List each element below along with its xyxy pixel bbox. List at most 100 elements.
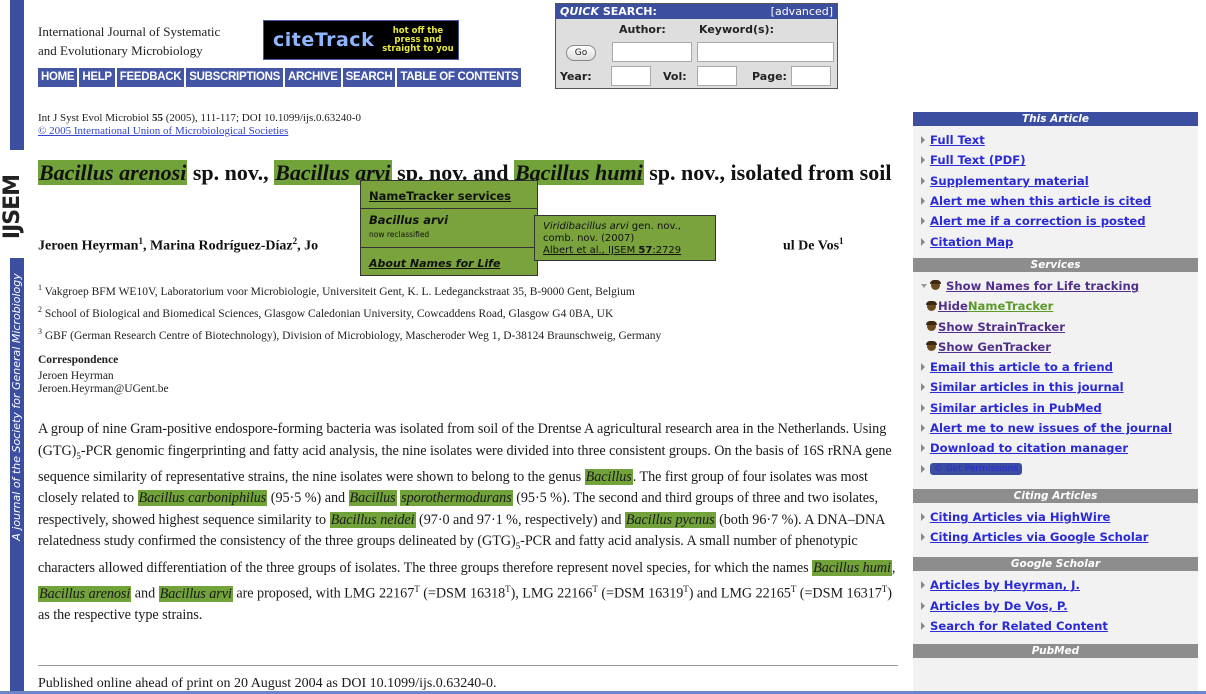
author-input[interactable] bbox=[612, 42, 692, 62]
species-bacillus-arvi-abstract[interactable]: Bacillus arvi bbox=[158, 585, 233, 602]
triangle-bullet-icon bbox=[921, 424, 925, 432]
species-bacillus-carboniphilus[interactable]: Bacillus carboniphilus bbox=[137, 490, 268, 507]
google-scholar-list: Articles by Heyrman, J. Articles by De V… bbox=[913, 571, 1198, 642]
sidebar-item-alert-issues: Alert me to new issues of the journal bbox=[921, 418, 1198, 438]
ref-volume: 57 bbox=[638, 245, 653, 256]
sidebar-item-full-text: Full Text bbox=[921, 130, 1198, 150]
citing-highwire-link[interactable]: Citing Articles via HighWire bbox=[930, 510, 1110, 524]
get-permissions-button[interactable]: © Get Permissions bbox=[930, 462, 1022, 475]
nametracker-name-section: Bacillus arvi now reclassified bbox=[361, 209, 537, 248]
published-online-note: Published online ahead of print on 20 Au… bbox=[38, 676, 497, 691]
journal-title-line-2: and Evolutionary Microbiology bbox=[38, 43, 203, 58]
nav-home[interactable]: HOME bbox=[38, 68, 78, 87]
species-bacillus-sporothermodurans-2[interactable]: sporothermodurans bbox=[400, 490, 513, 507]
triangle-bullet-icon bbox=[921, 363, 925, 372]
journal-tagline: A journal of the Society for General Mic… bbox=[10, 273, 23, 541]
sidebar-item-citing-highwire: Citing Articles via HighWire bbox=[921, 507, 1198, 527]
citetrack-banner[interactable]: citeTrack hot off the press and straight… bbox=[263, 20, 459, 60]
vol-input[interactable] bbox=[697, 66, 737, 86]
year-input[interactable] bbox=[611, 66, 651, 86]
services-heading: Services bbox=[913, 257, 1198, 272]
sidebar-item-articles-heyrman: Articles by Heyrman, J. bbox=[921, 575, 1198, 595]
citation-map-link[interactable]: Citation Map bbox=[930, 235, 1013, 249]
page-input[interactable] bbox=[791, 66, 831, 86]
advanced-search-link[interactable]: [advanced] bbox=[771, 4, 833, 19]
show-straintracker-link[interactable]: Show StrainTracker bbox=[938, 320, 1065, 334]
alert-cited-link[interactable]: Alert me when this article is cited bbox=[930, 194, 1151, 208]
nametracker-species-name: Bacillus arvi bbox=[369, 213, 449, 227]
nav-search[interactable]: SEARCH bbox=[342, 68, 396, 87]
nav-archive[interactable]: ARCHIVE bbox=[284, 68, 341, 87]
author-affil-sup: 1 bbox=[839, 236, 844, 246]
species-bacillus-humi-abstract[interactable]: Bacillus humi bbox=[812, 559, 892, 576]
nav-table-of-contents[interactable]: TABLE OF CONTENTS bbox=[397, 68, 522, 87]
new-species-name: Viridibacillus arvi bbox=[543, 221, 629, 232]
abstract-text: ), LMG 22166 bbox=[510, 585, 593, 602]
nav-feedback[interactable]: FEEDBACK bbox=[116, 68, 185, 87]
nav-subscriptions[interactable]: SUBSCRIPTIONS bbox=[186, 68, 283, 87]
acorn-icon bbox=[926, 341, 937, 352]
services-list: Show Names for Life tracking Hide NameTr… bbox=[913, 272, 1198, 485]
abstract-text: and bbox=[131, 585, 159, 602]
names-for-life-toggle-link[interactable]: Show Names for Life tracking bbox=[946, 279, 1139, 293]
sidebar-item-hide-nametracker: Hide NameTracker bbox=[921, 296, 1198, 316]
citation-text: Int J Syst Evol Microbiol 55 (2005), 111… bbox=[38, 112, 361, 125]
species-bacillus-arenosi-abstract[interactable]: Bacillus arenosi bbox=[38, 585, 132, 602]
abstract-text: are proposed, with LMG 22167 bbox=[232, 585, 415, 602]
about-names-for-life-link[interactable]: About Names for Life bbox=[369, 257, 500, 270]
triangle-bullet-icon bbox=[921, 197, 925, 206]
affiliation-3: 3 GBF (German Research Centre of Biotech… bbox=[38, 323, 661, 345]
triangle-bullet-icon bbox=[921, 383, 925, 392]
show-gentracker-link[interactable]: Show GenTracker bbox=[938, 340, 1051, 354]
supplementary-material-link[interactable]: Supplementary material bbox=[930, 174, 1089, 188]
similar-articles-pubmed-link[interactable]: Similar articles in PubMed bbox=[930, 401, 1102, 415]
similar-articles-journal-link[interactable]: Similar articles in this journal bbox=[930, 380, 1124, 394]
full-text-link[interactable]: Full Text bbox=[930, 133, 985, 147]
google-scholar-heading: Google Scholar bbox=[913, 557, 1198, 572]
author-heyrman: Jeroen Heyrman bbox=[38, 238, 139, 254]
triangle-bullet-icon bbox=[921, 237, 925, 246]
articles-by-devos-link[interactable]: Articles by De Vos, P. bbox=[930, 599, 1068, 613]
species-bacillus[interactable]: Bacillus bbox=[584, 468, 633, 485]
quick-search-header: QUICK SEARCH: [advanced] bbox=[556, 4, 837, 19]
hide-nametracker-link[interactable]: Hide bbox=[938, 299, 968, 313]
sidebar-item-similar-journal: Similar articles in this journal bbox=[921, 377, 1198, 397]
nav-help[interactable]: HELP bbox=[79, 68, 115, 87]
species-bacillus-pycnus[interactable]: Bacillus pycnus bbox=[624, 511, 716, 528]
journal-title[interactable]: International Journal of Systematic and … bbox=[38, 22, 220, 60]
copyright-link[interactable]: © 2005 International Union of Microbiolo… bbox=[38, 125, 288, 137]
sidebar-item-supplementary: Supplementary material bbox=[921, 171, 1198, 191]
species-bacillus-sporothermodurans-1[interactable]: Bacillus bbox=[348, 490, 397, 507]
quick-search-title-italic: QUICK bbox=[560, 5, 599, 18]
reclassification-reference-link[interactable]: Albert et al., IJSEM 57:2729 bbox=[543, 245, 707, 257]
species-bacillus-neidei[interactable]: Bacillus neidei bbox=[329, 511, 416, 528]
new-name-line: Viridibacillus arvi gen. nov., bbox=[543, 221, 707, 233]
citing-google-scholar-link[interactable]: Citing Articles via Google Scholar bbox=[930, 530, 1148, 544]
go-button[interactable]: Go bbox=[566, 45, 596, 61]
comb-nov-line: comb. nov. (2007) bbox=[543, 233, 635, 244]
email-friend-link[interactable]: Email this article to a friend bbox=[930, 360, 1113, 374]
affiliation-text: GBF (German Research Centre of Biotechno… bbox=[44, 329, 662, 342]
species-bacillus-arenosi[interactable]: Bacillus arenosi bbox=[38, 160, 188, 185]
nametracker-services-link[interactable]: NameTracker services bbox=[369, 189, 511, 203]
affiliation-number: 1 bbox=[38, 283, 42, 292]
articles-by-heyrman-link[interactable]: Articles by Heyrman, J. bbox=[930, 578, 1080, 592]
abstract: A group of nine Gram-positive endospore-… bbox=[38, 419, 898, 627]
keyword-input[interactable] bbox=[697, 42, 834, 62]
sidebar-item-alert-cited: Alert me when this article is cited bbox=[921, 191, 1198, 211]
sidebar-item-full-text-pdf: Full Text (PDF) bbox=[921, 150, 1198, 170]
author-rodriguez-diaz: Marina Rodríguez-Díaz bbox=[149, 238, 293, 254]
acorn-icon bbox=[930, 280, 941, 291]
alert-correction-link[interactable]: Alert me if a correction is posted bbox=[930, 214, 1146, 228]
expand-triangle-icon[interactable] bbox=[921, 283, 927, 288]
search-related-content-link[interactable]: Search for Related Content bbox=[930, 619, 1108, 633]
ref-page: :2729 bbox=[652, 245, 682, 256]
divider bbox=[38, 665, 898, 666]
alert-new-issues-link[interactable]: Alert me to new issues of the journal bbox=[930, 421, 1172, 435]
full-text-pdf-link[interactable]: Full Text (PDF) bbox=[930, 153, 1026, 167]
sidebar-item-strain-tracker: Show StrainTracker bbox=[921, 316, 1198, 336]
sidebar-item-articles-devos: Articles by De Vos, P. bbox=[921, 596, 1198, 616]
download-citation-link[interactable]: Download to citation manager bbox=[930, 441, 1128, 455]
author-de-vos: ul De Vos1 bbox=[783, 236, 844, 255]
nametracker-label-link[interactable]: NameTracker bbox=[968, 299, 1054, 313]
